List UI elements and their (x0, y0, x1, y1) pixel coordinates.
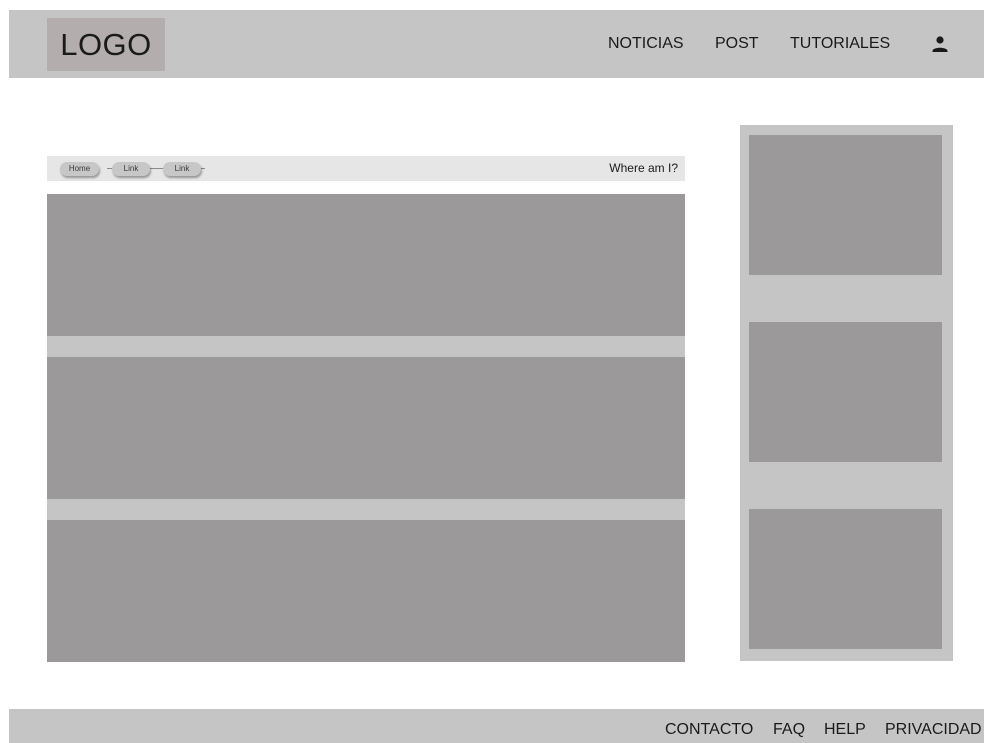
content-block (47, 194, 685, 336)
sidebar-block (749, 135, 942, 275)
footer-link-faq[interactable]: FAQ (773, 721, 805, 739)
breadcrumb-link[interactable]: Link (112, 162, 150, 176)
breadcrumb-location-label: Where am I? (609, 161, 678, 175)
content-block (47, 357, 685, 499)
nav-item-noticias[interactable]: NOTICIAS (608, 10, 684, 78)
logo[interactable]: LOGO (47, 18, 165, 71)
breadcrumb-home[interactable]: Home (60, 162, 99, 176)
content-separator (47, 336, 685, 357)
sidebar-block (749, 509, 942, 649)
footer-link-privacidad[interactable]: PRIVACIDAD (885, 721, 982, 739)
nav-item-tutoriales[interactable]: TUTORIALES (790, 10, 890, 78)
sidebar-block (749, 322, 942, 462)
content-separator (47, 499, 685, 520)
top-navbar: LOGO NOTICIAS POST TUTORIALES (9, 10, 984, 78)
footer-link-contacto[interactable]: CONTACTO (665, 721, 753, 739)
nav-item-post[interactable]: POST (715, 10, 759, 78)
user-icon[interactable] (930, 34, 950, 54)
sidebar (740, 125, 953, 661)
content-block (47, 520, 685, 662)
breadcrumb: Home Link Link Where am I? (47, 156, 685, 181)
footer-link-help[interactable]: HELP (824, 721, 866, 739)
logo-text: LOGO (60, 26, 152, 62)
breadcrumb-link[interactable]: Link (163, 162, 201, 176)
footer: CONTACTO FAQ HELP PRIVACIDAD (9, 709, 984, 743)
